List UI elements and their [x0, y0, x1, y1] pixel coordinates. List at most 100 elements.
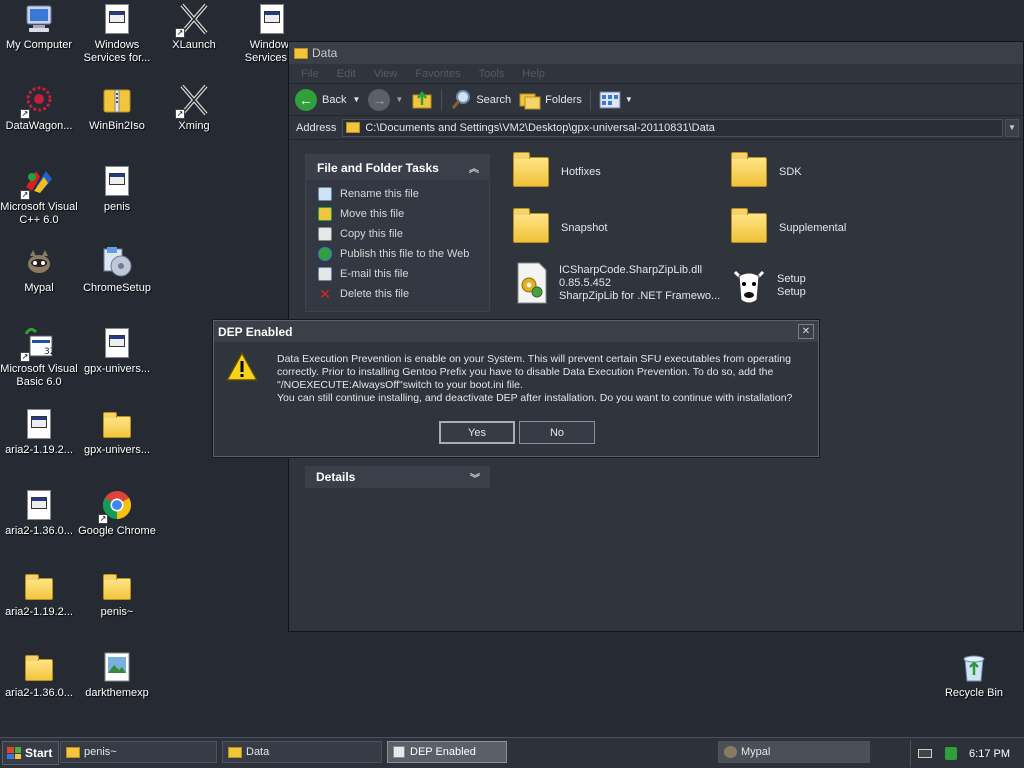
address-input[interactable]: C:\Documents and Settings\VM2\Desktop\gp…: [342, 118, 1003, 137]
taskbar-button-label: penis~: [84, 746, 117, 758]
desktop-icon-vb6[interactable]: 32 ↗ Microsoft Visual Basic 6.0: [0, 326, 78, 389]
task-copy[interactable]: Copy this file: [318, 224, 489, 244]
desktop-icon-penis-folder[interactable]: penis~: [78, 569, 156, 619]
task-label: Move this file: [340, 208, 405, 220]
no-button[interactable]: No: [519, 421, 595, 444]
menu-view[interactable]: View: [374, 68, 398, 80]
start-button[interactable]: Start: [2, 741, 60, 765]
file-details: ICSharpCode.SharpZipLib.dll 0.85.5.452 S…: [559, 264, 720, 303]
desktop-icon-aria2-2[interactable]: aria2-1.36.0...: [0, 488, 78, 538]
visual-cpp-icon: ↗: [20, 164, 56, 200]
desktop-icon-windows-services[interactable]: Windows Services for...: [78, 2, 156, 65]
menu-favorites[interactable]: Favorites: [415, 68, 460, 80]
desktop-icon-msvc[interactable]: ↗ Microsoft Visual C++ 6.0: [0, 164, 78, 227]
desktop-icon-label: aria2-1.36.0...: [5, 687, 73, 699]
desktop-icon-label: Google Chrome: [78, 525, 156, 537]
desktop-icon-gpx-folder[interactable]: gpx-univers...: [78, 407, 156, 457]
task-move[interactable]: Move this file: [318, 204, 489, 224]
taskbar-button-mypal[interactable]: Mypal: [718, 741, 870, 763]
message-line: You can still continue installing, and d…: [277, 392, 793, 404]
task-email[interactable]: E-mail this file: [318, 264, 489, 284]
shortcut-arrow-icon: ↗: [175, 109, 185, 119]
desktop-icon-label: aria2-1.19.2...: [5, 444, 73, 456]
desktop-icon-recycle-bin[interactable]: Recycle Bin: [935, 650, 1013, 700]
file-item-setup[interactable]: Setup Setup: [729, 264, 806, 308]
desktop-icon-my-computer[interactable]: My Computer: [0, 2, 78, 52]
clock[interactable]: 6:17 PM: [969, 748, 1010, 760]
explorer-titlebar[interactable]: Data: [289, 42, 1023, 64]
taskbar: Start penis~ Data DEP Enabled Mypal 6:17…: [0, 737, 1024, 768]
image-file-icon: [100, 650, 134, 684]
desktop-icon-datawagon[interactable]: ↗ DataWagon...: [0, 83, 78, 133]
folder-icon: [731, 152, 767, 187]
collapse-chevron-icon[interactable]: ︽: [469, 160, 479, 175]
installer-icon: [100, 245, 134, 279]
folder-icon: [22, 650, 56, 684]
folders-button[interactable]: Folders: [519, 90, 582, 110]
file-icon: [100, 164, 134, 198]
task-rename[interactable]: Rename this file: [318, 184, 489, 204]
forward-button[interactable]: → ▼: [368, 88, 403, 111]
file-item-sharpziplib[interactable]: ICSharpCode.SharpZipLib.dll 0.85.5.452 S…: [515, 261, 720, 305]
desktop-icon-xming[interactable]: ↗ Xming: [155, 83, 233, 133]
details-pane: Details ︾: [305, 466, 490, 488]
file-version: 0.85.5.452: [559, 276, 611, 289]
address-value: C:\Documents and Settings\VM2\Desktop\gp…: [365, 121, 715, 134]
back-button[interactable]: ← Back ▼: [295, 88, 361, 111]
desktop-icon-label: Recycle Bin: [944, 687, 1004, 699]
desktop-icon-xlaunch[interactable]: ↗ XLaunch: [155, 2, 233, 52]
dialog-titlebar[interactable]: DEP Enabled ✕: [214, 321, 818, 342]
item-label: Supplemental: [779, 221, 847, 234]
desktop-icon-google-chrome[interactable]: ↗ Google Chrome: [78, 488, 156, 538]
up-folder-button[interactable]: [411, 90, 433, 110]
taskbar-button-penis[interactable]: penis~: [60, 741, 217, 763]
menu-tools[interactable]: Tools: [479, 68, 505, 80]
dialog-title: DEP Enabled: [218, 324, 293, 339]
folder-icon: [346, 122, 361, 133]
taskbar-button-label: Data: [246, 746, 270, 758]
address-bar: Address C:\Documents and Settings\VM2\De…: [289, 116, 1023, 140]
move-icon: [318, 207, 332, 221]
taskbar-button-data[interactable]: Data: [222, 741, 382, 763]
address-dropdown-button[interactable]: ▼: [1005, 118, 1019, 137]
search-button[interactable]: Search: [450, 89, 511, 111]
forward-arrow-icon: →: [368, 88, 391, 111]
visual-basic-icon: 32 ↗: [20, 326, 56, 362]
desktop-icon-mypal[interactable]: Mypal: [0, 245, 78, 295]
dep-dialog[interactable]: DEP Enabled ✕ Data Execution Prevention …: [213, 320, 819, 457]
menu-edit[interactable]: Edit: [337, 68, 356, 80]
address-label: Address: [296, 121, 337, 134]
shortcut-arrow-icon: ↗: [20, 190, 30, 200]
expand-chevron-icon[interactable]: ︾: [470, 470, 480, 485]
item-label: Snapshot: [561, 221, 608, 234]
up-folder-icon: [412, 90, 432, 108]
zip-folder-icon: [100, 83, 134, 117]
tasks-pane-header[interactable]: File and Folder Tasks ︽: [306, 155, 489, 180]
folder-item-snapshot[interactable]: Snapshot: [513, 208, 608, 243]
task-delete[interactable]: ✕ Delete this file: [318, 284, 489, 304]
desktop-icon-chromesetup[interactable]: ChromeSetup: [78, 245, 156, 295]
desktop-icon-penis-file[interactable]: penis: [78, 164, 156, 214]
folder-item-hotfixes[interactable]: Hotfixes: [513, 152, 601, 187]
folder-item-sdk[interactable]: SDK: [731, 152, 802, 187]
dropdown-arrow-icon: ▼: [352, 95, 361, 104]
desktop-icon-darkthemexp[interactable]: darkthemexp: [78, 650, 156, 700]
desktop-icon-label: WinBin2Iso: [89, 120, 145, 132]
views-button[interactable]: ▼: [599, 91, 633, 109]
desktop-icon-gpx-file[interactable]: gpx-univers...: [78, 326, 156, 376]
close-button[interactable]: ✕: [798, 324, 814, 339]
taskbar-button-dep-enabled[interactable]: DEP Enabled: [387, 741, 507, 763]
desktop-icon-aria2-folder-1[interactable]: aria2-1.19.2...: [0, 569, 78, 619]
desktop-icon-aria2-folder-2[interactable]: aria2-1.36.0...: [0, 650, 78, 700]
details-pane-header[interactable]: Details ︾: [305, 466, 490, 488]
menu-help[interactable]: Help: [522, 68, 545, 80]
item-label: Hotfixes: [561, 165, 601, 178]
task-publish[interactable]: Publish this file to the Web: [318, 244, 489, 264]
folder-icon: [731, 208, 767, 243]
folder-item-supplemental[interactable]: Supplemental: [731, 208, 847, 243]
tray-app-icon[interactable]: [945, 747, 958, 760]
menu-file[interactable]: File: [301, 68, 319, 80]
desktop-icon-winbin2iso[interactable]: WinBin2Iso: [78, 83, 156, 133]
yes-button[interactable]: Yes: [439, 421, 515, 444]
desktop-icon-aria2-1[interactable]: aria2-1.19.2...: [0, 407, 78, 457]
